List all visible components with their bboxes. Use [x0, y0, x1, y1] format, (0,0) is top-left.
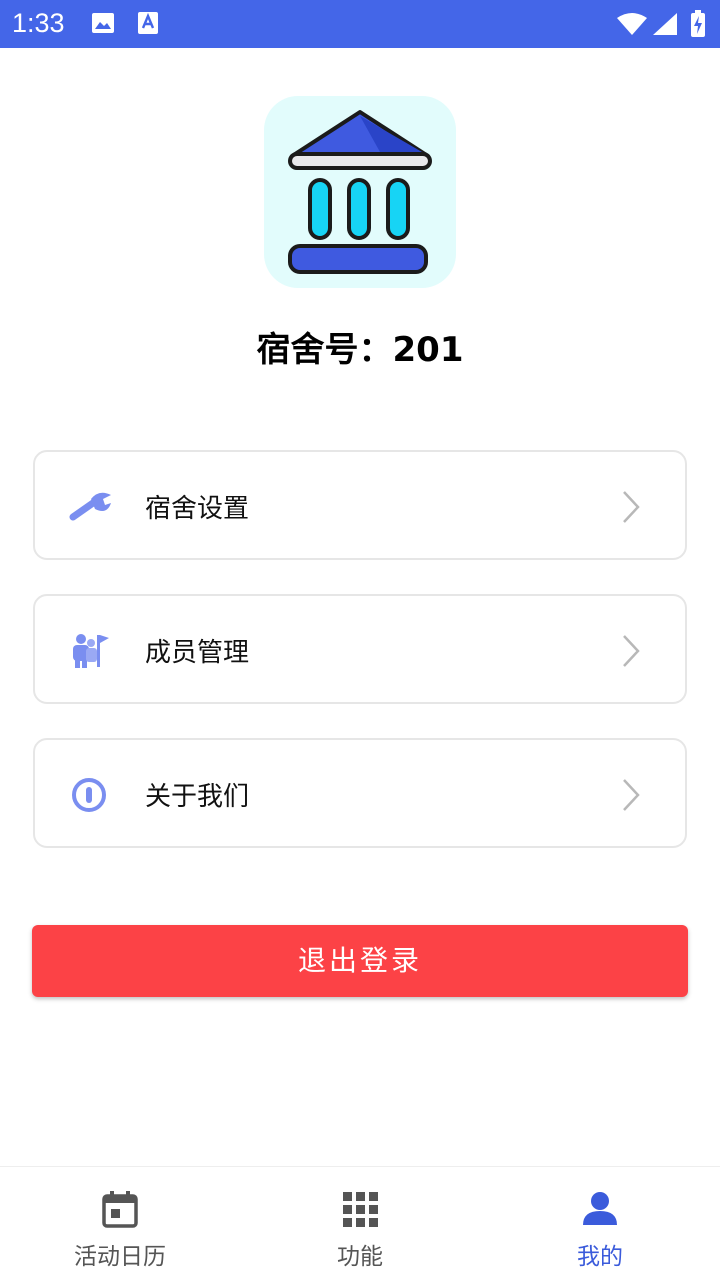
members-flag-icon: [69, 633, 113, 669]
menu-item-about-us[interactable]: 关于我们: [33, 738, 687, 848]
chevron-right-icon: [621, 490, 641, 524]
nav-tab-activity-calendar[interactable]: 活动日历: [0, 1167, 240, 1280]
nav-tab-label: 功能: [337, 1244, 383, 1270]
battery-charging-icon: [690, 10, 706, 42]
menu-item-label: 宿舍设置: [145, 494, 250, 524]
nav-tab-functions[interactable]: 功能: [240, 1167, 480, 1280]
nav-tab-label: 我的: [577, 1244, 623, 1270]
info-circle-icon: [69, 777, 113, 813]
nav-tab-mine[interactable]: 我的: [480, 1167, 720, 1280]
image-icon: [90, 10, 116, 40]
chevron-right-icon: [621, 634, 641, 668]
calendar-icon: [100, 1189, 140, 1229]
wrench-icon: [69, 489, 113, 525]
dorm-number-title: 宿舍号：201: [256, 330, 464, 370]
menu-item-dorm-settings[interactable]: 宿舍设置: [33, 450, 687, 560]
dormitory-building-icon: [264, 96, 456, 288]
font-a-icon: [136, 10, 160, 40]
status-bar: 1:33: [0, 0, 720, 48]
bottom-navigation: 活动日历 功能 我的: [0, 1166, 720, 1280]
menu-item-member-management[interactable]: 成员管理: [33, 594, 687, 704]
person-icon: [580, 1189, 620, 1229]
menu-item-label: 关于我们: [145, 782, 250, 812]
cellular-signal-icon: [652, 12, 678, 40]
nav-tab-label: 活动日历: [74, 1244, 166, 1270]
logout-button[interactable]: 退出登录: [32, 925, 688, 997]
wifi-icon: [616, 12, 648, 40]
menu-item-label: 成员管理: [145, 638, 250, 668]
status-time: 1:33: [12, 8, 65, 38]
chevron-right-icon: [621, 778, 641, 812]
grid-icon: [340, 1189, 380, 1229]
